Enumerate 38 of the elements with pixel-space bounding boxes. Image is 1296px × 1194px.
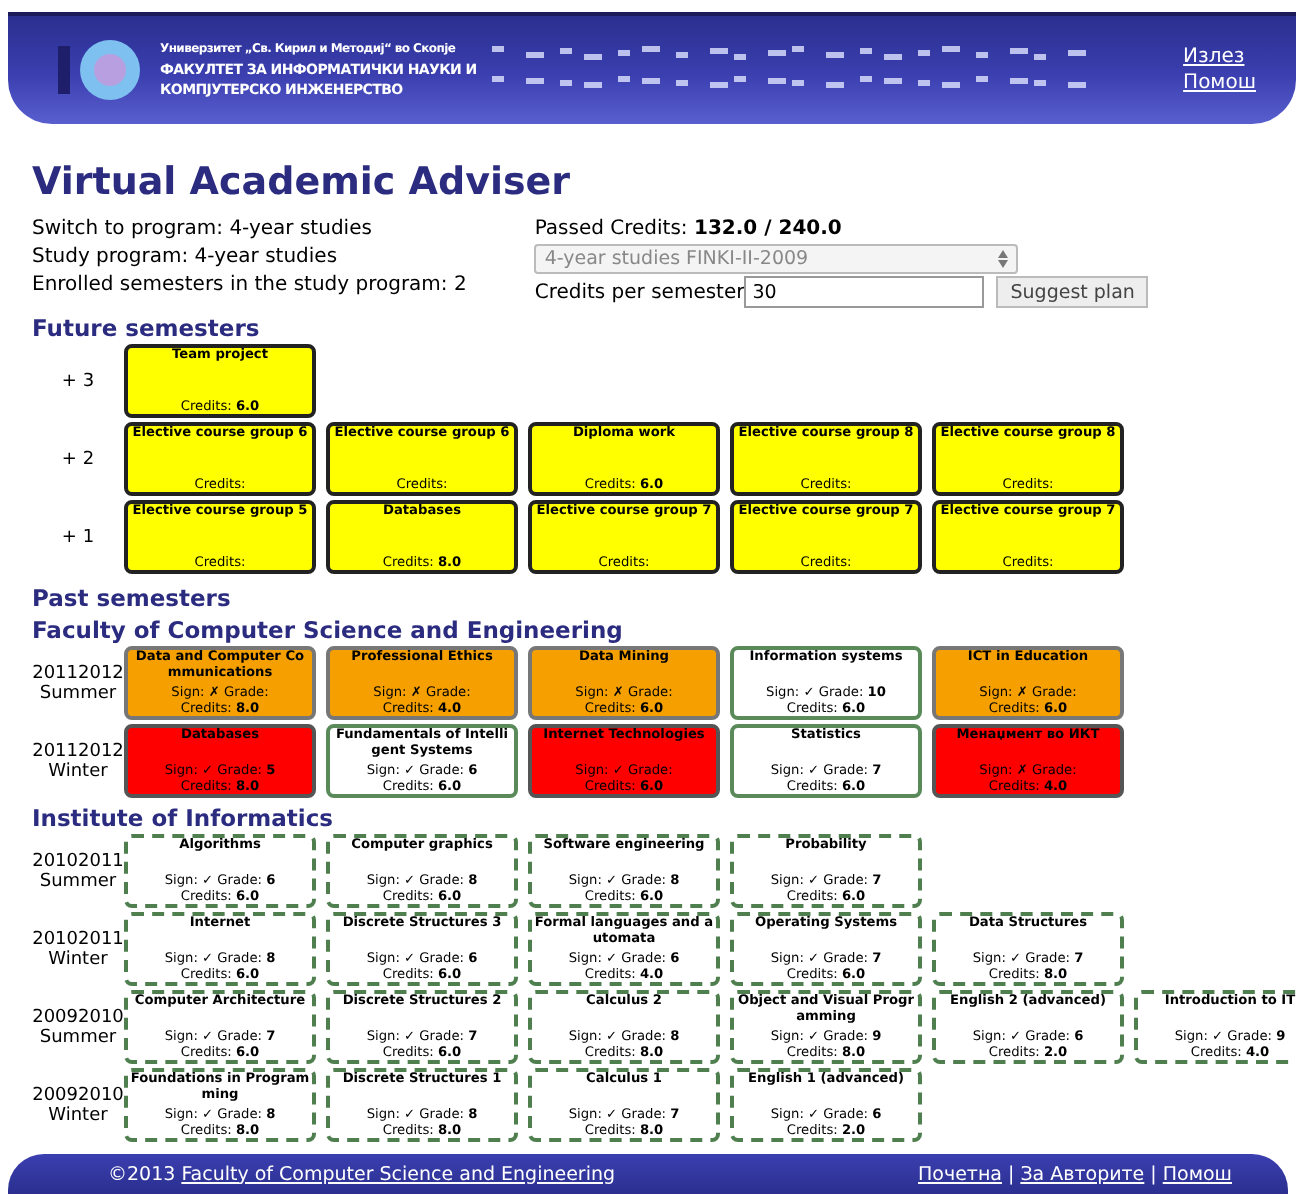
semester-label: 20112012 — [32, 663, 124, 683]
semester-season: Winter — [48, 1105, 108, 1125]
study-program-text: Study program: 4-year studies — [32, 244, 340, 270]
semester-season: Summer — [39, 871, 117, 891]
semester-label: 20112012 — [32, 741, 124, 761]
section-heading: Past semesters — [32, 584, 233, 612]
footer-link[interactable]: Почетна — [918, 1163, 1002, 1185]
logo-icon — [56, 34, 144, 106]
semester-season: Winter — [48, 949, 108, 969]
copyright-text: ©2013 — [108, 1163, 176, 1185]
section-heading: Future semesters — [32, 314, 262, 342]
header-link[interactable]: Излез — [1183, 44, 1256, 70]
spinner-arrows-icon — [998, 250, 1009, 268]
semester-label: 20102011 — [32, 851, 124, 871]
separator-text: | — [1150, 1163, 1157, 1185]
suggest-plan-button[interactable]: Suggest plan — [996, 276, 1149, 308]
enrolled-semesters-text: Enrolled semesters in the study program: 2 — [32, 272, 467, 298]
semester-label: 20092010 — [32, 1085, 124, 1105]
footer-link[interactable]: За Авторите — [1020, 1163, 1145, 1185]
semester-label: + 3 — [61, 371, 95, 391]
passed-credits-text: Passed Credits: 132.0 / 240.0 — [534, 216, 844, 242]
credits-input[interactable]: 30 — [744, 276, 985, 308]
semester-label: + 1 — [61, 527, 95, 547]
switch-program-text: Switch to program: 4-year studies — [32, 216, 374, 242]
semester-label: + 2 — [61, 449, 95, 469]
section-heading: Faculty of Computer Science and Engineering — [32, 616, 625, 644]
semester-season: Winter — [48, 761, 108, 781]
section-heading: Institute of Informatics — [32, 804, 336, 832]
page-title: Virtual Academic Adviser — [32, 158, 573, 208]
footer-link[interactable]: Помош — [1162, 1163, 1232, 1185]
separator-text: | — [1007, 1163, 1015, 1185]
semester-season: Summer — [39, 1027, 117, 1047]
header-link[interactable]: Помош — [1183, 70, 1256, 96]
semester-label: 20102011 — [32, 929, 124, 949]
semester-label: 20092010 — [32, 1007, 124, 1027]
credits-label: Credits per semester — [534, 279, 745, 305]
semester-season: Summer — [39, 683, 117, 703]
faculty-link[interactable]: Faculty of Computer Science and Engineering — [181, 1163, 616, 1185]
